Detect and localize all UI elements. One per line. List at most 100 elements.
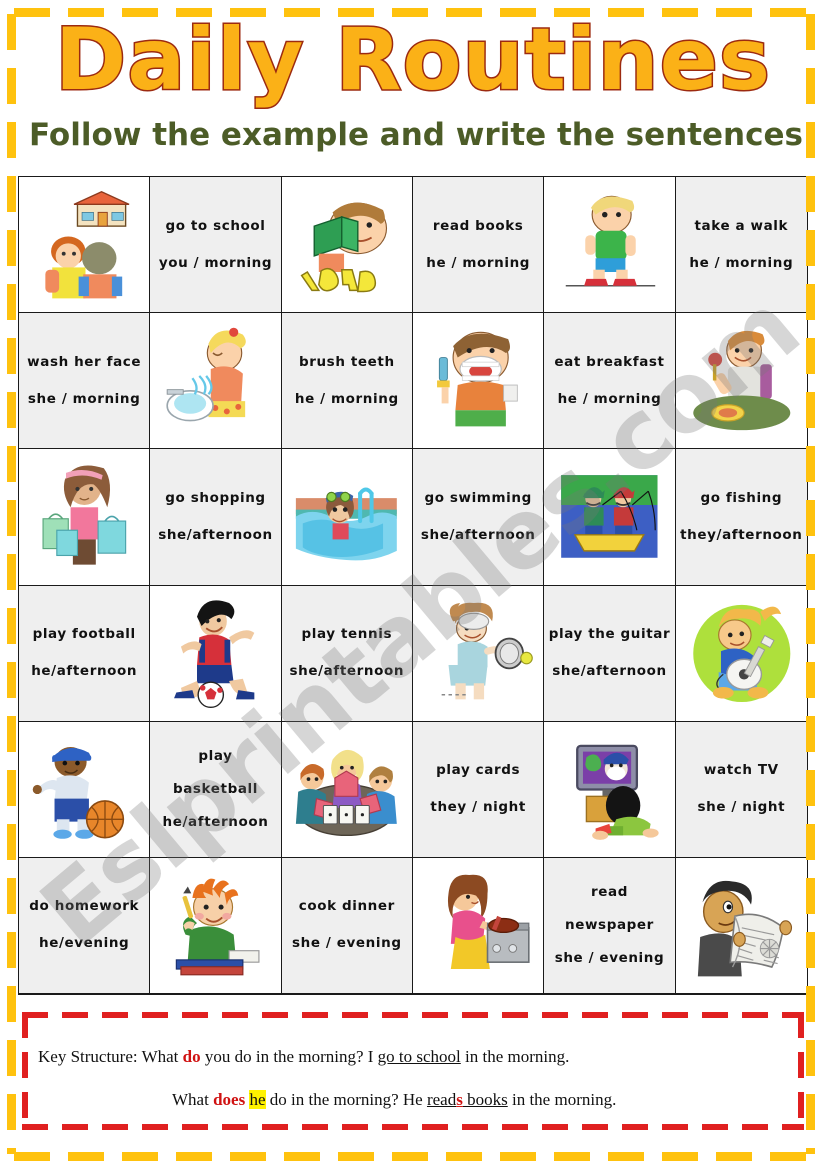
grid-cell-prompt: play cards they / night — [412, 721, 545, 858]
prompt-line-1: play tennis — [301, 626, 393, 643]
prompt-line-1: play — [198, 747, 233, 764]
grid-cell-image — [675, 857, 807, 994]
grid-cell-image — [544, 721, 676, 858]
key-box-border-top — [22, 1012, 804, 1018]
key-structure-box: Key Structure: What do you do in the mor… — [22, 1012, 804, 1130]
grid-cell-image — [675, 585, 807, 722]
grid-cell-image — [150, 585, 282, 722]
prompt-line-2: he / morning — [557, 390, 662, 407]
prompt-line-1: play cards — [436, 762, 521, 779]
boy-walking-icon — [552, 185, 667, 304]
prompt-text-block: play tennis she/afternoon — [287, 627, 408, 679]
grid-cell-image — [19, 177, 151, 314]
prompt-text-block: play the guitar she/afternoon — [546, 627, 674, 679]
prompt-line-1: play the guitar — [548, 626, 671, 643]
prompt-line-2: he / morning — [689, 254, 794, 271]
prompt-line-2: they / night — [430, 799, 526, 816]
prompt-line-2: they/afternoon — [680, 526, 803, 543]
grid-cell-prompt: play basketball he/afternoon — [150, 721, 282, 858]
k2-mid: do in the morning? He — [265, 1090, 427, 1109]
k2-pre: What — [172, 1090, 214, 1109]
prompt-line-1: play football — [32, 626, 136, 643]
k1-post: in the morning. — [460, 1047, 570, 1066]
man-reading-newspaper-icon — [684, 866, 800, 985]
grid-cell-image — [675, 313, 807, 450]
prompt-line-1: take a walk — [694, 217, 789, 234]
prompt-line-2: she/afternoon — [420, 526, 536, 543]
boy-eating-breakfast-icon — [684, 321, 800, 440]
grid-cell-prompt: take a walk he / morning — [675, 177, 807, 314]
grid-cell-prompt: play tennis she/afternoon — [281, 585, 413, 722]
page-subtitle: Follow the example and write the sentenc… — [29, 117, 803, 153]
page-border-left — [7, 14, 16, 1154]
key-structure-line-1: Key Structure: What do you do in the mor… — [38, 1047, 569, 1067]
prompt-line-1: watch TV — [703, 762, 779, 779]
grid-cell-prompt: go to school you / morning — [150, 177, 282, 314]
k2-answer-s-ending: s — [456, 1090, 463, 1109]
people-playing-cards-icon — [289, 730, 404, 849]
prompt-text-block: play football he/afternoon — [28, 627, 140, 679]
prompt-line-1: cook dinner — [298, 898, 395, 915]
grid-cell-image — [150, 857, 282, 994]
prompt-line-2: he/evening — [39, 935, 130, 952]
key-box-border-bottom — [22, 1124, 804, 1130]
grid-cell-image — [281, 721, 413, 858]
prompt-line-1: go to school — [165, 217, 266, 234]
exercise-grid: go to school you / morning read books he / … — [18, 176, 808, 995]
prompt-line-1: read books — [432, 217, 524, 234]
prompt-line-2: he / morning — [294, 390, 399, 407]
page-border-bottom — [14, 1152, 812, 1161]
prompt-line-2: he/afternoon — [31, 663, 138, 680]
grid-cell-prompt: read books he / morning — [412, 177, 545, 314]
grid-cell-image — [281, 449, 413, 586]
prompt-text-block: take a walk he / morning — [686, 217, 796, 271]
grid-cell-image — [281, 177, 413, 314]
prompt-text-block: brush teeth he / morning — [292, 353, 402, 407]
key-structure-label: Key Structure: — [38, 1047, 138, 1066]
prompt-line-2: she / evening — [292, 935, 402, 952]
boy-playing-basketball-icon — [27, 730, 142, 849]
k1-auxiliary-do: do — [182, 1047, 201, 1066]
prompt-text-block: eat breakfast he / morning — [551, 354, 667, 407]
grid-cell-prompt: play football he/afternoon — [19, 585, 151, 722]
prompt-text-block: read newspaper she / evening — [552, 883, 668, 966]
prompt-text-block: go shopping she/afternoon — [155, 490, 276, 543]
prompt-line-2: she / morning — [27, 390, 141, 407]
worksheet-header: Daily Routines Follow the example and wr… — [0, 0, 826, 170]
girl-washing-face-icon — [158, 321, 273, 440]
prompt-line-1: go fishing — [700, 489, 783, 506]
prompt-text-block: wash her face she / morning — [24, 354, 144, 407]
grid-cell-prompt: play the guitar she/afternoon — [544, 585, 676, 722]
k1-pre: What — [141, 1047, 183, 1066]
prompt-line-3: she / evening — [554, 949, 665, 966]
boy-playing-football-icon — [158, 594, 273, 713]
grid-cell-image — [544, 177, 676, 314]
key-box-border-right — [798, 1012, 804, 1130]
grid-cell-prompt: brush teeth he / morning — [281, 313, 413, 450]
grid-cell-image — [19, 449, 151, 586]
k2-answer-verb: read — [426, 1090, 457, 1109]
key-box-border-left — [22, 1012, 28, 1130]
prompt-text-block: go to school you / morning — [156, 217, 275, 271]
prompt-line-1: brush teeth — [298, 353, 395, 370]
prompt-line-2: he / morning — [426, 254, 531, 271]
k1-mid: you do in the morning? I — [200, 1047, 378, 1066]
prompt-line-2: she/afternoon — [158, 526, 273, 543]
page-title: Daily Routines — [53, 9, 772, 112]
woman-cooking-icon — [421, 866, 536, 985]
grid-cell-image — [19, 721, 151, 858]
girl-shopping-bags-icon — [27, 457, 142, 576]
prompt-text-block: watch TV she / night — [694, 763, 788, 815]
k2-answer-object: books — [462, 1090, 508, 1109]
prompt-line-1: go swimming — [424, 489, 532, 506]
prompt-line-2: she/afternoon — [289, 663, 405, 680]
grid-cell-prompt: wash her face she / morning — [19, 313, 151, 450]
prompt-line-3: he/afternoon — [162, 813, 269, 830]
prompt-line-1: read — [590, 883, 628, 900]
girl-swimming-pool-icon — [289, 457, 404, 576]
boy-doing-homework-icon — [158, 866, 273, 985]
prompt-text-block: go fishing they/afternoon — [677, 489, 805, 543]
k2-auxiliary-does: does — [213, 1090, 246, 1109]
k1-answer: go to school — [377, 1047, 461, 1066]
key-structure-line-2: What does he do in the morning? He reads… — [172, 1090, 616, 1110]
